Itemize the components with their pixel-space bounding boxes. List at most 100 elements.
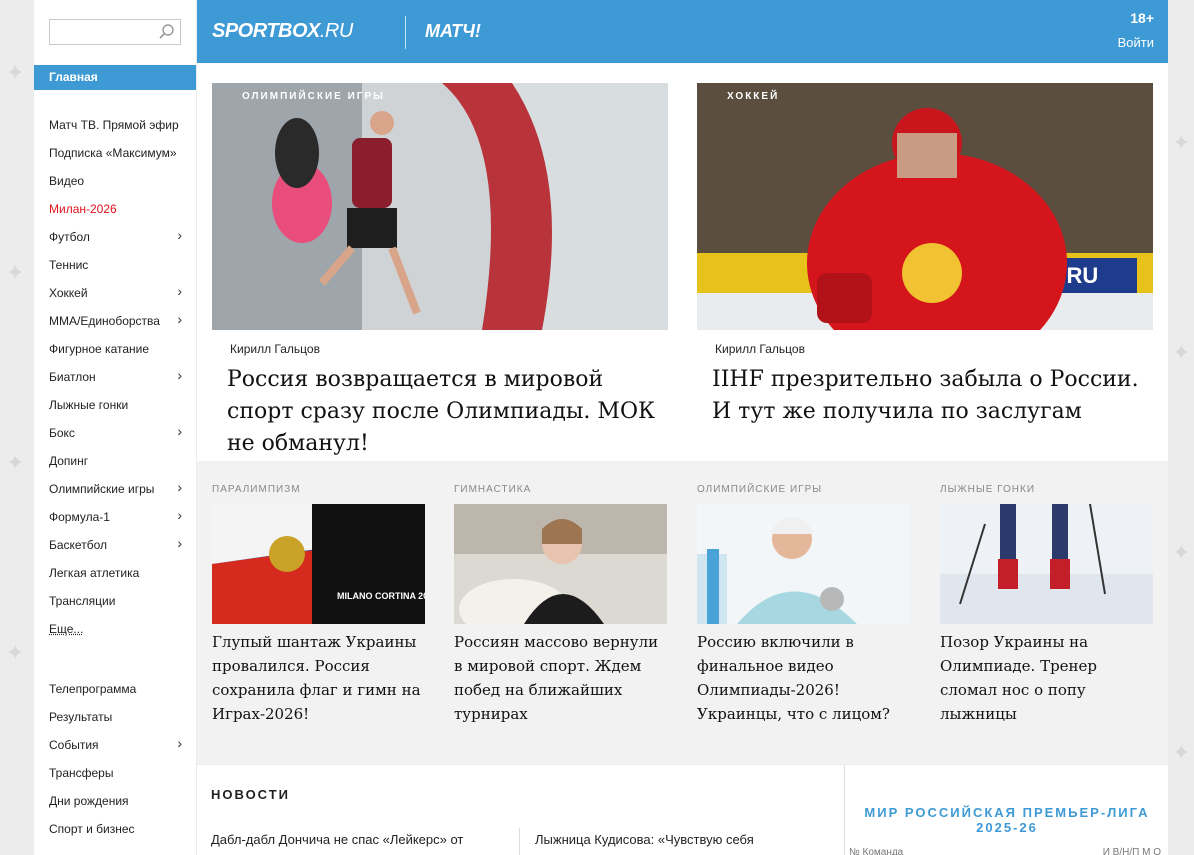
chevron-right-icon[interactable]: › bbox=[177, 311, 182, 327]
sidebar-item-label: Баскетбол bbox=[49, 538, 107, 552]
sidebar-item[interactable]: Дни рождения bbox=[34, 787, 196, 815]
ski-race-photo bbox=[940, 504, 1153, 624]
card-image-ski-race[interactable] bbox=[940, 504, 1153, 624]
login-button[interactable]: Войти bbox=[1118, 35, 1154, 50]
league-title[interactable]: МИР РОССИЙСКАЯ ПРЕМЬЕР-ЛИГА 2025-26 bbox=[845, 805, 1169, 835]
feature-card-1[interactable]: ОЛИМПИЙСКИЕ ИГРЫ Кирилл Гальцов Россия в… bbox=[212, 83, 668, 460]
sidebar-item[interactable]: Легкая атлетика bbox=[34, 559, 196, 587]
chevron-right-icon[interactable]: › bbox=[177, 479, 182, 495]
sidebar-item[interactable]: Милан-2026 bbox=[34, 195, 196, 223]
decor-left-4: ✦ bbox=[6, 640, 25, 665]
sidebar-item-home[interactable]: Главная bbox=[34, 65, 196, 90]
sidebar-item-label: Бокс bbox=[49, 426, 75, 440]
chevron-right-icon[interactable]: › bbox=[177, 735, 182, 751]
card-image-gymnast[interactable] bbox=[454, 504, 667, 624]
sidebar-item-label: Биатлон bbox=[49, 370, 96, 384]
sidebar-item[interactable]: Лыжные гонки bbox=[34, 391, 196, 419]
feature-image-climbing[interactable]: ОЛИМПИЙСКИЕ ИГРЫ bbox=[212, 83, 668, 330]
sidebar-item[interactable]: Формула-1 › bbox=[34, 503, 196, 531]
sidebar-item-label: Трансляции bbox=[49, 594, 116, 608]
card-tag[interactable]: ПАРАЛИМПИЗМ bbox=[212, 484, 425, 504]
decor-right-1: ✦ bbox=[1172, 130, 1191, 155]
feature-title[interactable]: Россия возвращается в мировой спорт сраз… bbox=[227, 364, 657, 460]
feature-title[interactable]: IIHF презрительно забыла о России. И тут… bbox=[712, 364, 1142, 428]
search-input[interactable] bbox=[50, 20, 150, 44]
sidebar-item[interactable]: Трансферы bbox=[34, 759, 196, 787]
card-title[interactable]: Глупый шантаж Украины провалился. Россия… bbox=[212, 630, 425, 726]
featured-section: ОЛИМПИЙСКИЕ ИГРЫ Кирилл Гальцов Россия в… bbox=[197, 63, 1168, 461]
feature-tag[interactable]: ХОККЕЙ bbox=[727, 91, 779, 102]
sidebar-item[interactable]: Матч ТВ. Прямой эфир bbox=[34, 111, 196, 139]
sidebar-item[interactable]: Олимпийские игры › bbox=[34, 475, 196, 503]
news-card-2[interactable]: ГИМНАСТИКА Россиян массово вернули в мир… bbox=[454, 484, 667, 726]
sidebar-item-label: Видео bbox=[49, 174, 85, 188]
news-section-title: НОВОСТИ bbox=[211, 787, 291, 802]
sidebar-item[interactable]: Спорт и бизнес bbox=[34, 815, 196, 843]
search-box bbox=[49, 19, 181, 45]
sidebar-item[interactable]: Футбол › bbox=[34, 223, 196, 251]
logo-divider bbox=[405, 16, 406, 49]
chevron-right-icon[interactable]: › bbox=[177, 535, 182, 551]
sidebar-item[interactable]: ММА/Единоборства › bbox=[34, 307, 196, 335]
feature-tag[interactable]: ОЛИМПИЙСКИЕ ИГРЫ bbox=[242, 91, 385, 102]
sidebar-item-label: Подписка «Максимум» bbox=[49, 146, 177, 160]
sidebar-item[interactable]: События › bbox=[34, 731, 196, 759]
sidebar-item[interactable]: Фигурное катание bbox=[34, 335, 196, 363]
feature-image-hockey[interactable]: M.RU ХОККЕЙ bbox=[697, 83, 1153, 330]
card-tag[interactable]: ЛЫЖНЫЕ ГОНКИ bbox=[940, 484, 1153, 504]
sidebar-item[interactable]: Хоккей › bbox=[34, 279, 196, 307]
chevron-right-icon[interactable]: › bbox=[177, 423, 182, 439]
card-tag[interactable]: ОЛИМПИЙСКИЕ ИГРЫ bbox=[697, 484, 910, 504]
chevron-right-icon[interactable]: › bbox=[177, 507, 182, 523]
card-title[interactable]: Позор Украины на Олимпиаде. Тренер слома… bbox=[940, 630, 1153, 726]
sidebar-item-label: Допинг bbox=[49, 454, 89, 468]
news-item[interactable]: Дабл-дабл Дончича не спас «Лейкерс» от bbox=[211, 832, 463, 847]
decor-left-2: ✦ bbox=[6, 260, 25, 285]
sidebar-item-label: Милан-2026 bbox=[49, 202, 117, 216]
sidebar-item[interactable]: Баскетбол › bbox=[34, 531, 196, 559]
sidebar-item[interactable]: Результаты bbox=[34, 703, 196, 731]
decor-right-2: ✦ bbox=[1172, 340, 1191, 365]
sidebar-item-label: Дни рождения bbox=[49, 794, 129, 808]
league-cols-right: И В/Н/П М О bbox=[1102, 847, 1161, 855]
chevron-right-icon[interactable]: › bbox=[177, 367, 182, 383]
card-tag[interactable]: ГИМНАСТИКА bbox=[454, 484, 667, 504]
news-card-3[interactable]: ОЛИМПИЙСКИЕ ИГРЫ Россию включили в финал… bbox=[697, 484, 910, 726]
sidebar-item[interactable]: Телепрограмма bbox=[34, 675, 196, 703]
paralympic-photo: MILANO CORTINA 2026 bbox=[212, 504, 425, 624]
card-image-text: MILANO CORTINA 2026 bbox=[337, 591, 425, 601]
skier-photo bbox=[697, 504, 910, 624]
sidebar-item[interactable]: Теннис bbox=[34, 251, 196, 279]
sidebar-item-label: Телепрограмма bbox=[49, 682, 137, 696]
sidebar-item[interactable]: Биатлон › bbox=[34, 363, 196, 391]
sidebar-item[interactable]: Видео bbox=[34, 167, 196, 195]
news-card-4[interactable]: ЛЫЖНЫЕ ГОНКИ Позор Украины на Олимпиаде.… bbox=[940, 484, 1153, 726]
card-title[interactable]: Россию включили в финальное видео Олимпи… bbox=[697, 630, 910, 726]
sidebar-item[interactable]: Еще... bbox=[34, 615, 196, 643]
sidebar-item[interactable]: Бокс › bbox=[34, 419, 196, 447]
card-image-paralympic[interactable]: MILANO CORTINA 2026 bbox=[212, 504, 425, 624]
climbing-photo bbox=[212, 83, 668, 330]
sidebar-item-label: Результаты bbox=[49, 710, 113, 724]
sidebar-item-label: События bbox=[49, 738, 99, 752]
sidebar-item[interactable]: Трансляции bbox=[34, 587, 196, 615]
news-card-1[interactable]: ПАРАЛИМПИЗМ MILANO CORTINA 2026 Глупый ш… bbox=[212, 484, 425, 726]
sportbox-logo[interactable]: SPORTBOX.RU bbox=[212, 20, 353, 43]
sidebar-item-label: Лыжные гонки bbox=[49, 398, 129, 412]
chevron-right-icon[interactable]: › bbox=[177, 283, 182, 299]
feature-author[interactable]: Кирилл Гальцов bbox=[715, 342, 1153, 356]
card-title[interactable]: Россиян массово вернули в мировой спорт.… bbox=[454, 630, 667, 726]
bottom-section: НОВОСТИ Дабл-дабл Дончича не спас «Лейке… bbox=[197, 765, 1168, 855]
feature-author[interactable]: Кирилл Гальцов bbox=[230, 342, 668, 356]
sidebar-item[interactable]: Допинг bbox=[34, 447, 196, 475]
gymnast-photo bbox=[454, 504, 667, 624]
sidebar-item[interactable]: Подписка «Максимум» bbox=[34, 139, 196, 167]
feature-card-2[interactable]: M.RU ХОККЕЙ Кирилл Гальцов IIHF презрите… bbox=[697, 83, 1153, 428]
card-image-skier[interactable] bbox=[697, 504, 910, 624]
sidebar-item-label: Матч ТВ. Прямой эфир bbox=[49, 118, 179, 132]
sidebar-item-label: Формула-1 bbox=[49, 510, 110, 524]
chevron-right-icon[interactable]: › bbox=[177, 227, 182, 243]
match-logo[interactable]: МАТЧ! bbox=[425, 21, 481, 42]
search-icon[interactable] bbox=[158, 23, 176, 41]
news-item[interactable]: Лыжница Кудисова: «Чувствую себя bbox=[535, 832, 754, 847]
